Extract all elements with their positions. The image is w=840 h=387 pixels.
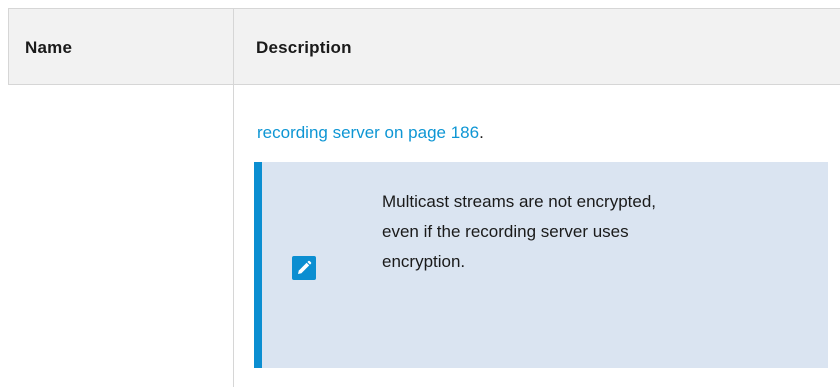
- table-left-border: [8, 8, 9, 85]
- note-accent-bar: [254, 162, 262, 368]
- description-cell-text: recording server on page 186.: [257, 122, 484, 144]
- parameter-table: Name Description recording server on pag…: [8, 8, 840, 387]
- note-text: Multicast streams are not encrypted, eve…: [382, 192, 657, 271]
- table-header-row: Name Description: [8, 8, 840, 85]
- column-header-description: Description: [256, 37, 352, 57]
- column-divider: [233, 8, 234, 387]
- pencil-icon: [292, 256, 316, 280]
- column-header-name: Name: [25, 37, 73, 57]
- note-callout: Multicast streams are not encrypted, eve…: [254, 162, 828, 368]
- description-suffix: .: [479, 123, 484, 142]
- cross-reference-link[interactable]: recording server on page 186: [257, 123, 479, 142]
